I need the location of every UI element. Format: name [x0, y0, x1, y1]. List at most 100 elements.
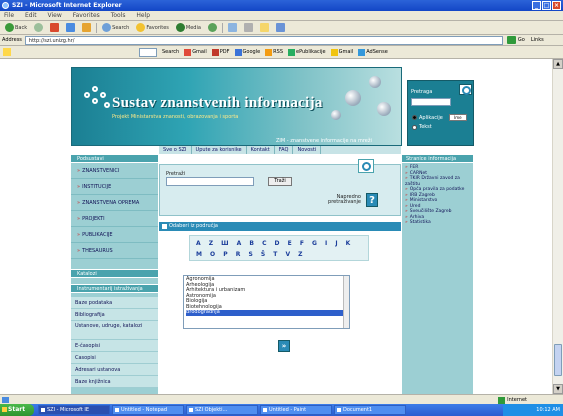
vertical-scrollbar[interactable]: ▲ ▼ — [552, 59, 563, 394]
menu-view[interactable]: View — [48, 12, 62, 19]
menu-file[interactable]: File — [4, 12, 14, 19]
mail-button[interactable] — [226, 22, 239, 33]
tab-about[interactable]: Sve o SZI — [159, 146, 192, 154]
favorite-star-icon[interactable] — [3, 48, 11, 56]
forward-button[interactable] — [32, 22, 45, 33]
search-option-1[interactable]: Aplikacije Ime — [412, 114, 467, 121]
area-listbox[interactable]: Agronomija Arheologija Arhitektura i urb… — [183, 275, 350, 329]
start-button[interactable]: Start — [0, 404, 34, 416]
link-item[interactable]: ePublikacije — [288, 48, 326, 56]
back-button[interactable]: Back — [3, 22, 29, 33]
media-button[interactable]: Media — [174, 22, 203, 33]
link-item[interactable]: PDF — [211, 48, 230, 56]
link-item[interactable]: AdSense — [358, 48, 388, 56]
task-button[interactable]: SZI Objekti... — [186, 405, 258, 415]
sidebar-header[interactable]: Instrumentarij istraživanja — [71, 284, 158, 293]
link-item[interactable]: RSS — [265, 48, 283, 56]
messenger-button[interactable] — [274, 22, 287, 33]
quick-search-input[interactable] — [166, 177, 254, 186]
left-sidebar: Podsustavi ZNANSTVENICI INSTITUCIJE ZNAN… — [71, 154, 158, 394]
right-link[interactable]: Opća pravila za podatke — [405, 187, 470, 193]
link-item[interactable]: Gmail — [184, 48, 207, 56]
banner-subtitle: Projekt Ministarstva znanosti, obrazovan… — [112, 114, 239, 120]
task-button[interactable]: SZI - Microsoft IE — [38, 405, 110, 415]
scroll-up-icon[interactable]: ▲ — [553, 59, 563, 69]
right-link[interactable]: Statistika — [405, 220, 470, 226]
back-arrow-icon — [5, 23, 14, 32]
list-item-selected[interactable]: Brodogradnja — [186, 309, 347, 316]
right-link[interactable]: TKIR Državni zavod za zaštitu — [405, 176, 470, 187]
toolbar-search-button[interactable]: Search — [162, 49, 179, 55]
links-label[interactable]: Links — [531, 37, 544, 43]
sidebar-link[interactable]: Baze podataka — [71, 297, 158, 309]
system-tray: 10:12 AM — [503, 404, 563, 416]
history-button[interactable] — [206, 22, 219, 33]
menu-tools[interactable]: Tools — [111, 12, 126, 19]
menu-favorites[interactable]: Favorites — [73, 12, 100, 19]
toolbar-search-input[interactable] — [139, 47, 157, 57]
refresh-button[interactable] — [64, 22, 77, 33]
sidebar-link[interactable]: E-časopisi — [71, 340, 158, 352]
sidebar-link[interactable]: Bibliografija — [71, 309, 158, 321]
advanced-search-link[interactable]: Napredno pretraživanje — [311, 195, 361, 205]
address-label: Address — [2, 37, 22, 43]
tab-faq[interactable]: FAQ — [275, 146, 294, 154]
close-button[interactable]: × — [552, 1, 561, 10]
site-logo-icon — [82, 86, 114, 112]
sidebar-item[interactable]: ZNANSTVENICI — [71, 163, 158, 179]
address-input[interactable]: http://szi.unizg.hr/ — [24, 35, 503, 45]
tab-news[interactable]: Novosti — [293, 146, 322, 154]
task-button[interactable]: Untitled - Notepad — [112, 405, 184, 415]
tab-guide[interactable]: Upute za korisnike — [192, 146, 247, 154]
status-bar: Internet — [0, 394, 563, 404]
link-item[interactable]: Gmail — [330, 48, 353, 56]
alphabet-index[interactable]: A Z Ш A B C D E F G I J K M O P R S Š T … — [189, 235, 369, 261]
quick-search-button[interactable]: Traži — [268, 177, 292, 186]
menu-help[interactable]: Help — [136, 12, 150, 19]
print-button[interactable] — [242, 22, 255, 33]
area-go-button[interactable]: » — [278, 340, 290, 352]
sidebar-link[interactable]: Casopisi — [71, 352, 158, 364]
messenger-icon — [275, 23, 285, 32]
sidebar-item[interactable]: PROJEKTI — [71, 211, 158, 227]
task-button[interactable]: Document1 — [334, 405, 406, 415]
media-icon — [175, 23, 185, 32]
sidebar-link[interactable]: Ustanove, udruge, katalozi — [71, 321, 158, 340]
search-extra-button[interactable]: Ime — [448, 114, 467, 121]
listbox-scrollbar[interactable] — [343, 276, 349, 328]
go-button[interactable]: Go — [506, 36, 525, 44]
stop-icon — [50, 23, 60, 32]
sidebar-item[interactable]: PUBLIKACIJE — [71, 227, 158, 243]
radio-button[interactable] — [412, 124, 417, 130]
sidebar-item[interactable]: THESAURUS — [71, 243, 158, 259]
scroll-down-icon[interactable]: ▼ — [553, 384, 563, 394]
site-container: Sustav znanstvenih informacija Projekt M… — [71, 59, 474, 394]
sidebar-item[interactable]: INSTITUCIJE — [71, 179, 158, 195]
home-button[interactable] — [80, 22, 93, 33]
minimize-button[interactable]: _ — [532, 1, 541, 10]
star-icon — [136, 23, 146, 32]
sidebar-link[interactable]: Adresari ustanova — [71, 364, 158, 376]
search-button[interactable]: Search — [100, 22, 131, 33]
maximize-button[interactable]: □ — [542, 1, 551, 10]
link-item[interactable]: Google — [234, 48, 260, 56]
address-bar: Address http://szi.unizg.hr/ Go Links — [0, 35, 563, 46]
sidebar-link[interactable]: Baze knjižnica — [71, 376, 158, 388]
task-button[interactable]: Untitled - Paint — [260, 405, 332, 415]
menu-edit[interactable]: Edit — [25, 12, 37, 19]
magnifier-icon[interactable] — [459, 84, 472, 95]
molecule-illustration — [325, 70, 401, 130]
search-option-2[interactable]: Tekst — [412, 124, 432, 130]
edit-button[interactable] — [258, 22, 271, 33]
stop-button[interactable] — [48, 22, 61, 33]
site-search-panel: Pretraga Aplikacije Ime Tekst — [407, 80, 474, 146]
sidebar-item[interactable]: ZNANSTVENA OPREMA — [71, 195, 158, 211]
radio-button[interactable] — [412, 115, 417, 120]
scroll-thumb[interactable] — [554, 344, 562, 376]
favorites-button[interactable]: Favorites — [134, 22, 171, 33]
sidebar-header[interactable]: Katalozi — [71, 269, 158, 278]
site-search-input[interactable] — [411, 98, 451, 106]
help-icon[interactable]: ? — [366, 193, 378, 207]
tab-contact[interactable]: Kontakt — [247, 146, 275, 154]
